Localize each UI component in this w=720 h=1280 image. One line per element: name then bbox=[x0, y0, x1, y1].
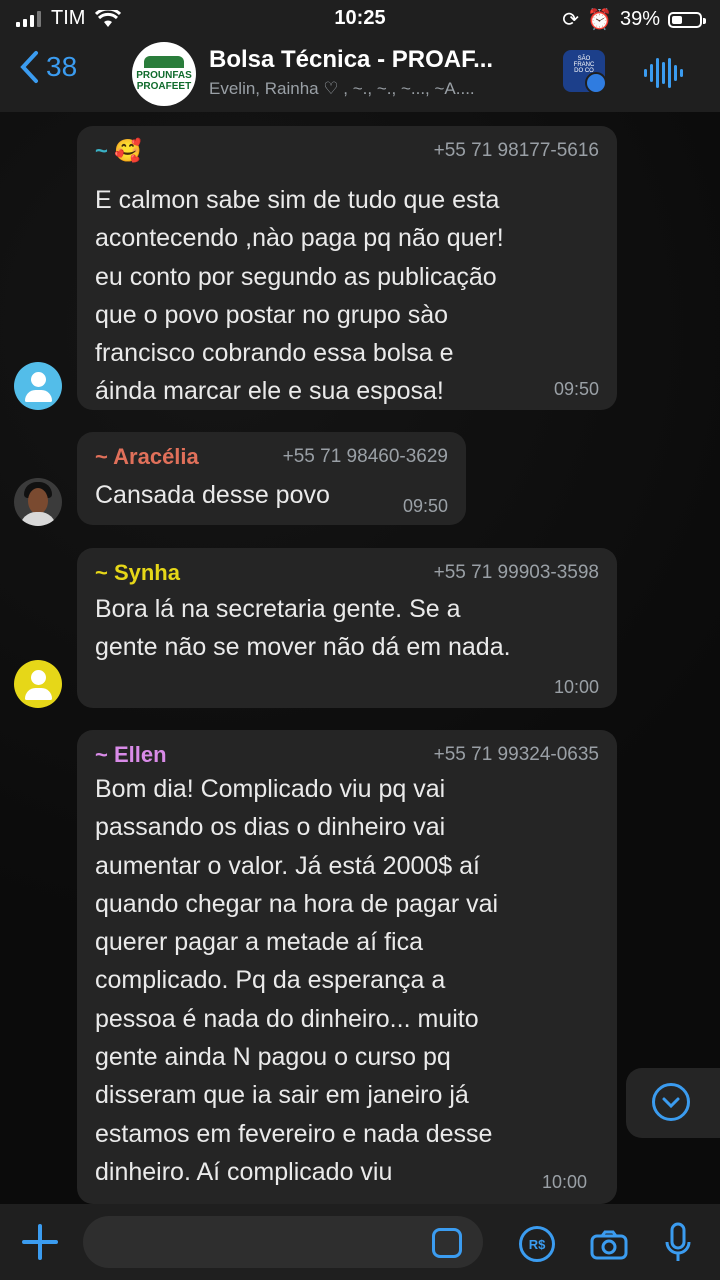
message-phone[interactable]: +55 71 99324-0635 bbox=[434, 744, 599, 766]
scroll-to-bottom-button[interactable] bbox=[626, 1068, 720, 1138]
message-text: Bora lá na secretaria gente. Se a gente … bbox=[95, 595, 511, 662]
message-sender[interactable]: ~ 🥰 bbox=[95, 138, 141, 164]
unread-count: 38 bbox=[46, 51, 78, 82]
chat-area[interactable]: ~ 🥰 +55 71 98177-5616 E calmon sabe sim … bbox=[0, 112, 720, 1204]
message-time: 09:50 bbox=[402, 496, 448, 516]
message-bubble[interactable]: ~ 🥰 +55 71 98177-5616 E calmon sabe sim … bbox=[77, 126, 617, 410]
message-bubble[interactable]: ~ Synha +55 71 99903-3598 Bora lá na sec… bbox=[77, 548, 617, 708]
message-time: 10:00 bbox=[553, 677, 599, 697]
logo-shape bbox=[144, 56, 184, 68]
message-sender[interactable]: ~ Aracélia bbox=[95, 444, 199, 470]
group-avatar-text: PROUNFAS bbox=[136, 70, 192, 81]
sticker-icon[interactable] bbox=[432, 1228, 462, 1258]
message-phone[interactable]: +55 71 99903-3598 bbox=[434, 562, 599, 584]
message-time: 10:00 bbox=[542, 1172, 588, 1192]
message-text: Bom dia! Complicado viu pq vai passando … bbox=[95, 775, 499, 1186]
plus-icon[interactable] bbox=[22, 1224, 58, 1260]
message-sender[interactable]: ~ Ellen bbox=[95, 742, 167, 768]
orientation-lock-icon: ⟳ bbox=[562, 9, 580, 31]
message-input[interactable] bbox=[83, 1216, 483, 1268]
status-right: ⟳ ⏰ 39% bbox=[562, 7, 706, 32]
message-time: 09:50 bbox=[553, 379, 599, 399]
message-sender[interactable]: ~ Synha bbox=[95, 560, 180, 586]
camera-icon[interactable] bbox=[590, 1230, 628, 1260]
alarm-icon: ⏰ bbox=[587, 9, 612, 31]
pix-pay-icon[interactable]: R$ bbox=[519, 1226, 555, 1262]
message-bubble[interactable]: ~ Ellen +55 71 99324-0635 Bom dia! Compl… bbox=[77, 730, 617, 1204]
check-badge-icon bbox=[585, 72, 607, 94]
avatar[interactable] bbox=[14, 660, 62, 708]
chevron-left-icon bbox=[20, 51, 38, 83]
microphone-icon[interactable] bbox=[664, 1222, 692, 1264]
message-bubble[interactable]: ~ Aracélia +55 71 98460-3629 Cansada des… bbox=[77, 432, 466, 525]
battery-icon bbox=[668, 11, 706, 28]
back-button[interactable]: 38 bbox=[18, 50, 77, 84]
group-avatar-text-2: PROAFEET bbox=[136, 81, 192, 92]
group-members[interactable]: Evelin, Rainha ♡ , ~., ~., ~..., ~A.... bbox=[209, 79, 475, 99]
input-bar: R$ bbox=[0, 1204, 720, 1280]
audio-call-button[interactable] bbox=[644, 56, 683, 90]
group-avatar[interactable]: PROUNFAS PROAFEET bbox=[132, 42, 196, 106]
message-text: Cansada desse povo bbox=[95, 481, 330, 509]
message-phone[interactable]: +55 71 98460-3629 bbox=[283, 446, 448, 468]
message-text: E calmon sabe sim de tudo que esta acont… bbox=[95, 186, 504, 406]
chevron-down-icon bbox=[652, 1083, 690, 1121]
battery-percent: 39% bbox=[619, 8, 660, 30]
avatar[interactable] bbox=[14, 478, 62, 526]
group-title[interactable]: Bolsa Técnica - PROAF... bbox=[209, 46, 493, 74]
message-phone[interactable]: +55 71 98177-5616 bbox=[434, 140, 599, 162]
status-bar: TIM 10:25 ⟳ ⏰ 39% bbox=[0, 0, 720, 36]
avatar[interactable] bbox=[14, 362, 62, 410]
community-avatar[interactable]: SÃO FRANC DO CO bbox=[563, 50, 607, 94]
chat-header: 38 PROUNFAS PROAFEET Bolsa Técnica - PRO… bbox=[0, 36, 720, 113]
